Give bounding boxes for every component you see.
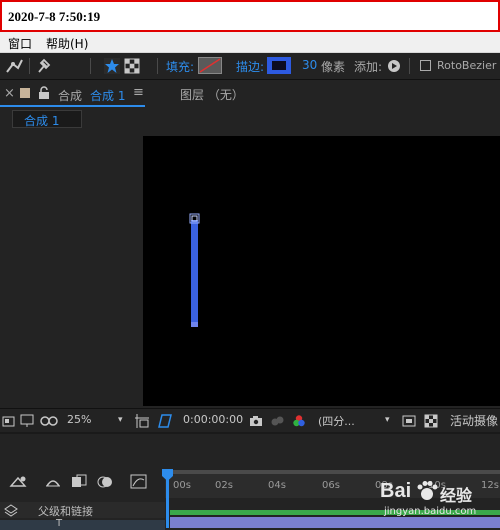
region-of-interest-icon[interactable] bbox=[402, 414, 416, 428]
mask-visibility-icon[interactable] bbox=[156, 413, 174, 429]
shy-layers-icon[interactable] bbox=[44, 474, 62, 490]
frame-blending-icon[interactable] bbox=[70, 474, 88, 490]
tab-composition-1[interactable]: 合成 1 bbox=[90, 87, 125, 104]
monitor-icon[interactable] bbox=[20, 414, 34, 428]
toolbar-separator bbox=[90, 58, 91, 74]
comp-subtab-label: 合成 1 bbox=[24, 114, 60, 128]
toolbar-separator bbox=[157, 58, 158, 74]
active-camera-select[interactable]: 活动摄像 bbox=[450, 412, 498, 429]
comp-prefix-label: 合成 bbox=[58, 89, 83, 103]
watermark-brand: Bai bbox=[380, 480, 412, 502]
3d-glasses-icon[interactable] bbox=[40, 414, 58, 428]
panel-menu-icon[interactable]: ≡ bbox=[133, 85, 144, 100]
layer-tab-label[interactable]: 图层 （无） bbox=[180, 86, 244, 103]
layer-row[interactable] bbox=[0, 520, 165, 530]
resolution-dropdown-chevron[interactable]: ▾ bbox=[385, 415, 390, 425]
comp-color-label bbox=[20, 88, 30, 98]
stroke-swatch[interactable] bbox=[267, 57, 291, 74]
viewer-controls-bar: 25% ▾ 0:00:00:00 (四分... ▾ 活动摄像 bbox=[0, 408, 500, 433]
show-snapshot-icon[interactable] bbox=[270, 414, 284, 428]
baidu-paw-icon bbox=[417, 481, 438, 500]
fill-label: 填充: bbox=[166, 60, 195, 74]
watermark-site: jingyan.baidu.com bbox=[384, 506, 477, 517]
playhead-handle-icon[interactable] bbox=[161, 468, 174, 482]
color-channels-icon[interactable] bbox=[292, 414, 306, 428]
timestamp-text: 2020-7-8 7:50:19 bbox=[8, 9, 101, 24]
motion-blur-icon[interactable] bbox=[97, 474, 115, 490]
stroke-unit-label: 像素 bbox=[321, 60, 346, 74]
close-tab-button[interactable]: × bbox=[4, 86, 15, 101]
add-dropdown-icon[interactable] bbox=[387, 59, 401, 73]
tools-toolbar: 填充: 描边: 30 像素 添加: RotoBezier bbox=[0, 53, 500, 80]
toolbar-separator bbox=[409, 58, 410, 74]
datetime-header: 2020-7-8 7:50:19 bbox=[0, 0, 500, 32]
toolbar-separator bbox=[29, 58, 30, 74]
star-tool-icon[interactable] bbox=[104, 58, 120, 74]
toggle-region-icon[interactable] bbox=[2, 414, 16, 428]
rotobezier-label: RotoBezier bbox=[437, 59, 497, 72]
work-area-bar[interactable] bbox=[165, 470, 500, 474]
time-tick: 04s bbox=[268, 480, 286, 491]
baidu-watermark: Bai 经验 jingyan.baidu.com bbox=[378, 476, 498, 526]
time-tick: 06s bbox=[322, 480, 340, 491]
zoom-dropdown-chevron[interactable]: ▾ bbox=[118, 415, 123, 425]
composition-canvas[interactable] bbox=[143, 136, 500, 406]
transparency-grid-icon[interactable] bbox=[424, 414, 438, 428]
stroke-label: 描边: bbox=[236, 60, 265, 74]
watermark-cn: 经验 bbox=[440, 486, 473, 505]
stroke-width-value[interactable]: 30 bbox=[302, 58, 317, 72]
grid-guides-icon[interactable] bbox=[134, 413, 150, 429]
draft-3d-icon[interactable] bbox=[8, 474, 28, 490]
comp-flowchart-tab[interactable]: 合成 1 bbox=[12, 110, 82, 128]
mask-transparency-icon[interactable] bbox=[124, 58, 140, 74]
menu-bar: 窗口 帮助(H) bbox=[0, 32, 500, 53]
add-label: 添加: bbox=[354, 60, 383, 74]
puppet-tool-icon[interactable] bbox=[4, 56, 26, 76]
solo-column-icon[interactable] bbox=[4, 504, 18, 517]
zoom-level-select[interactable]: 25% bbox=[67, 413, 91, 426]
fill-swatch[interactable] bbox=[198, 57, 222, 74]
rotobezier-checkbox[interactable] bbox=[420, 60, 431, 71]
active-tab-underline bbox=[0, 105, 145, 107]
menu-help[interactable]: 帮助(H) bbox=[46, 35, 88, 52]
pin-tool-icon[interactable] bbox=[35, 56, 53, 76]
layer-type-letter: T bbox=[56, 518, 63, 529]
menu-window[interactable]: 窗口 bbox=[8, 35, 32, 52]
time-tick: 02s bbox=[215, 480, 233, 491]
parent-link-header: 父级和链接 bbox=[38, 505, 93, 518]
graph-editor-icon[interactable] bbox=[130, 474, 148, 490]
shape-layer-graphic[interactable] bbox=[143, 136, 500, 406]
snapshot-camera-icon[interactable] bbox=[249, 414, 263, 428]
current-timecode[interactable]: 0:00:00:00 bbox=[183, 413, 243, 426]
time-tick: 00s bbox=[173, 480, 191, 491]
composition-panel-tabs: × 合成 合成 1 ≡ 图层 （无） bbox=[0, 80, 500, 108]
lock-icon[interactable] bbox=[38, 86, 50, 100]
resolution-select[interactable]: (四分... bbox=[318, 413, 355, 429]
